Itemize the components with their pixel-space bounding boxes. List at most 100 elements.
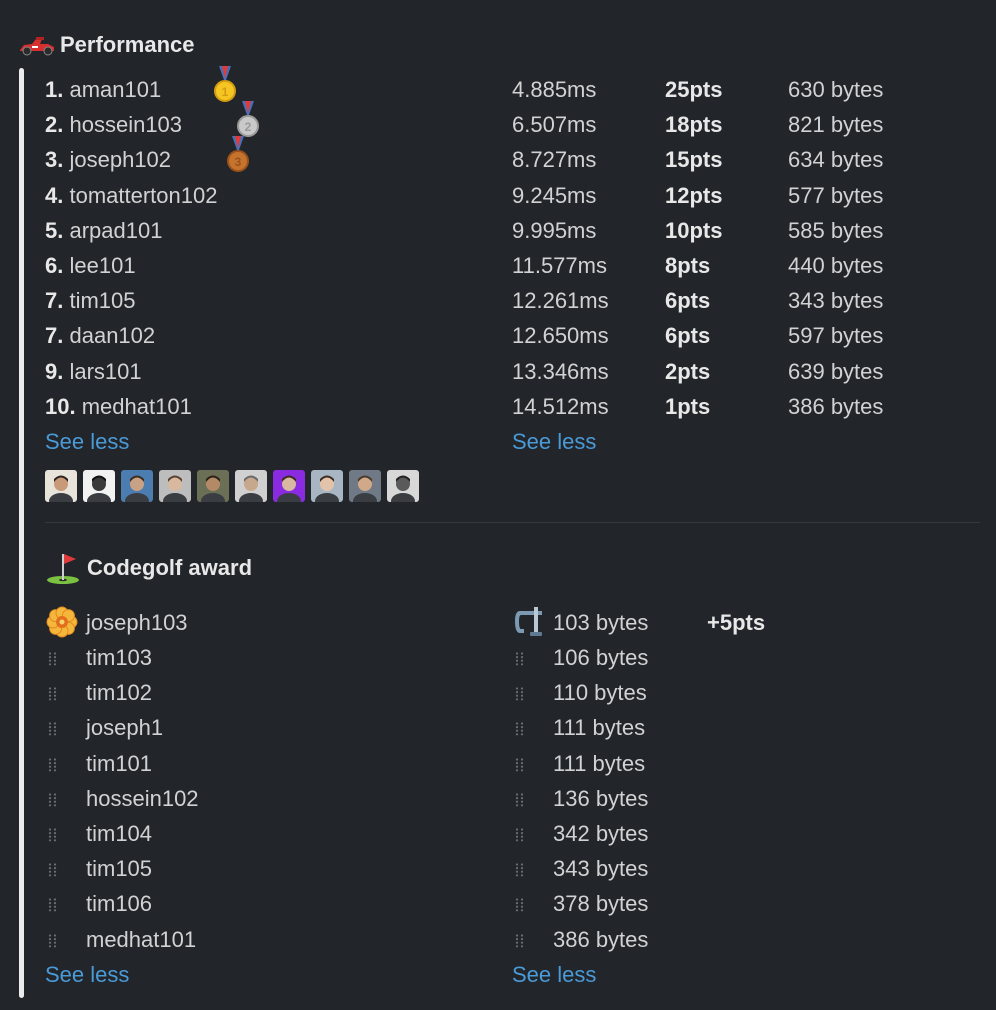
participant-name: medhat101	[86, 926, 197, 952]
avatar[interactable]	[387, 469, 419, 502]
points: 15pts	[665, 147, 723, 173]
execution-time: 13.346ms	[512, 358, 609, 384]
points: 2pts	[665, 358, 711, 384]
code-size: 630 bytes	[788, 77, 884, 102]
braille-dots-icon	[515, 758, 524, 772]
svg-text:2: 2	[245, 120, 252, 134]
braille-dots-icon	[515, 652, 524, 666]
execution-time: 9.245ms	[512, 182, 597, 208]
participant-name: hossein102	[86, 785, 199, 811]
rank-and-name: 6. lee101	[45, 248, 136, 283]
points: 18pts	[665, 112, 723, 138]
avatar[interactable]	[349, 469, 381, 502]
code-size: 386 bytes	[788, 393, 884, 419]
execution-time: 6.507ms	[512, 112, 597, 138]
avatar[interactable]	[273, 469, 305, 502]
execution-time: 12.261ms	[512, 288, 609, 314]
codegolf-row: joseph1 111 bytes	[45, 710, 980, 745]
code-size: 585 bytes	[788, 217, 884, 243]
see-less-link-right[interactable]: See less	[512, 424, 596, 460]
avatar[interactable]	[45, 469, 77, 502]
braille-dots-icon	[515, 793, 524, 807]
codegolf-row: tim104 342 bytes	[45, 816, 980, 851]
avatar[interactable]	[121, 469, 153, 502]
participant-name: joseph103	[86, 609, 188, 635]
braille-dots-icon	[48, 828, 57, 842]
rank-number: 6.	[45, 252, 64, 278]
codegolf-see-less-link-right[interactable]: See less	[512, 957, 596, 993]
code-size: 378 bytes	[553, 891, 649, 917]
braille-dots-icon	[48, 863, 57, 877]
braille-dots-icon	[515, 687, 524, 701]
participant-name: tim102	[86, 680, 153, 706]
participant-name: tim104	[86, 821, 153, 846]
see-less-link-left[interactable]: See less	[45, 424, 129, 460]
rank-number: 7.	[45, 323, 64, 349]
braille-dots-icon	[48, 933, 57, 947]
attachment-content: 1. aman101 1 4.885ms 25pts 630 bytes 2. hosse…	[45, 66, 980, 993]
participant-name: hossein103	[69, 112, 183, 138]
execution-time: 12.650ms	[512, 323, 609, 349]
participant-name: tim105	[69, 288, 136, 314]
participant-name: arpad101	[69, 217, 163, 243]
participant-name: tim101	[86, 750, 153, 776]
participant-name: daan102	[69, 323, 156, 349]
participant-name: tim105	[86, 856, 153, 882]
performance-row: 7. tim105 12.261ms 6pts 343 bytes	[45, 283, 980, 318]
points: 25pts	[665, 77, 723, 102]
avatar[interactable]	[235, 469, 267, 502]
participant-name: lee101	[69, 252, 136, 278]
participant-name: tim106	[86, 891, 153, 917]
avatar[interactable]	[159, 469, 191, 502]
points: 8pts	[665, 252, 711, 278]
rank-number: 5.	[45, 217, 64, 243]
avatar[interactable]	[311, 469, 343, 502]
participant-avatars	[45, 469, 980, 502]
participant-name: joseph102	[69, 147, 172, 173]
codegolf-row: tim102 110 bytes	[45, 675, 980, 710]
bronze-medal-icon: 3	[227, 136, 249, 173]
performance-header: Performance	[18, 30, 195, 60]
avatar[interactable]	[83, 469, 115, 502]
participant-name: tomatterton102	[69, 182, 218, 208]
rank-and-name: 4. tomatterton102	[45, 178, 217, 213]
braille-dots-icon	[48, 793, 57, 807]
codegolf-row: tim105 343 bytes	[45, 851, 980, 886]
performance-row: 9. lars101 13.346ms 2pts 639 bytes	[45, 354, 980, 389]
performance-row: 3. joseph102 3 8.727ms 15pts 634 bytes	[45, 136, 980, 177]
rank-number: 10.	[45, 393, 76, 419]
race-car-icon	[20, 37, 54, 56]
participant-name: medhat101	[81, 393, 192, 419]
participant-name: aman101	[69, 77, 162, 102]
performance-see-less-row: See less See less	[45, 424, 980, 460]
performance-row: 10. medhat101 14.512ms 1pts 386 bytes	[45, 389, 980, 424]
code-size: 106 bytes	[553, 645, 649, 671]
rank-number: 1.	[45, 77, 64, 102]
flower-icon	[46, 606, 78, 638]
braille-dots-icon	[48, 758, 57, 772]
braille-dots-icon	[48, 652, 57, 666]
code-size: 103 bytes	[553, 609, 649, 635]
svg-text:1: 1	[222, 85, 229, 99]
rank-and-name: 7. daan102	[45, 318, 155, 353]
performance-title: Performance	[60, 32, 195, 57]
braille-dots-icon	[48, 687, 57, 701]
rank-and-name: 10. medhat101	[45, 389, 192, 424]
codegolf-title: Codegolf award	[87, 554, 253, 580]
rank-number: 7.	[45, 288, 64, 314]
rank-and-name: 7. tim105	[45, 283, 136, 318]
braille-dots-icon	[515, 828, 524, 842]
execution-time: 4.885ms	[512, 77, 597, 102]
code-size: 440 bytes	[788, 252, 884, 278]
performance-row: 7. daan102 12.650ms 6pts 597 bytes	[45, 318, 980, 353]
avatar[interactable]	[197, 469, 229, 502]
rank-number: 9.	[45, 358, 64, 384]
rank-and-name: 1. aman101	[45, 72, 161, 107]
points: 6pts	[665, 323, 711, 349]
code-size: 343 bytes	[553, 856, 649, 882]
rank-number: 4.	[45, 182, 64, 208]
code-size: 821 bytes	[788, 112, 884, 138]
code-size: 577 bytes	[788, 182, 884, 208]
code-size: 597 bytes	[788, 323, 884, 349]
codegolf-see-less-link-left[interactable]: See less	[45, 957, 129, 993]
